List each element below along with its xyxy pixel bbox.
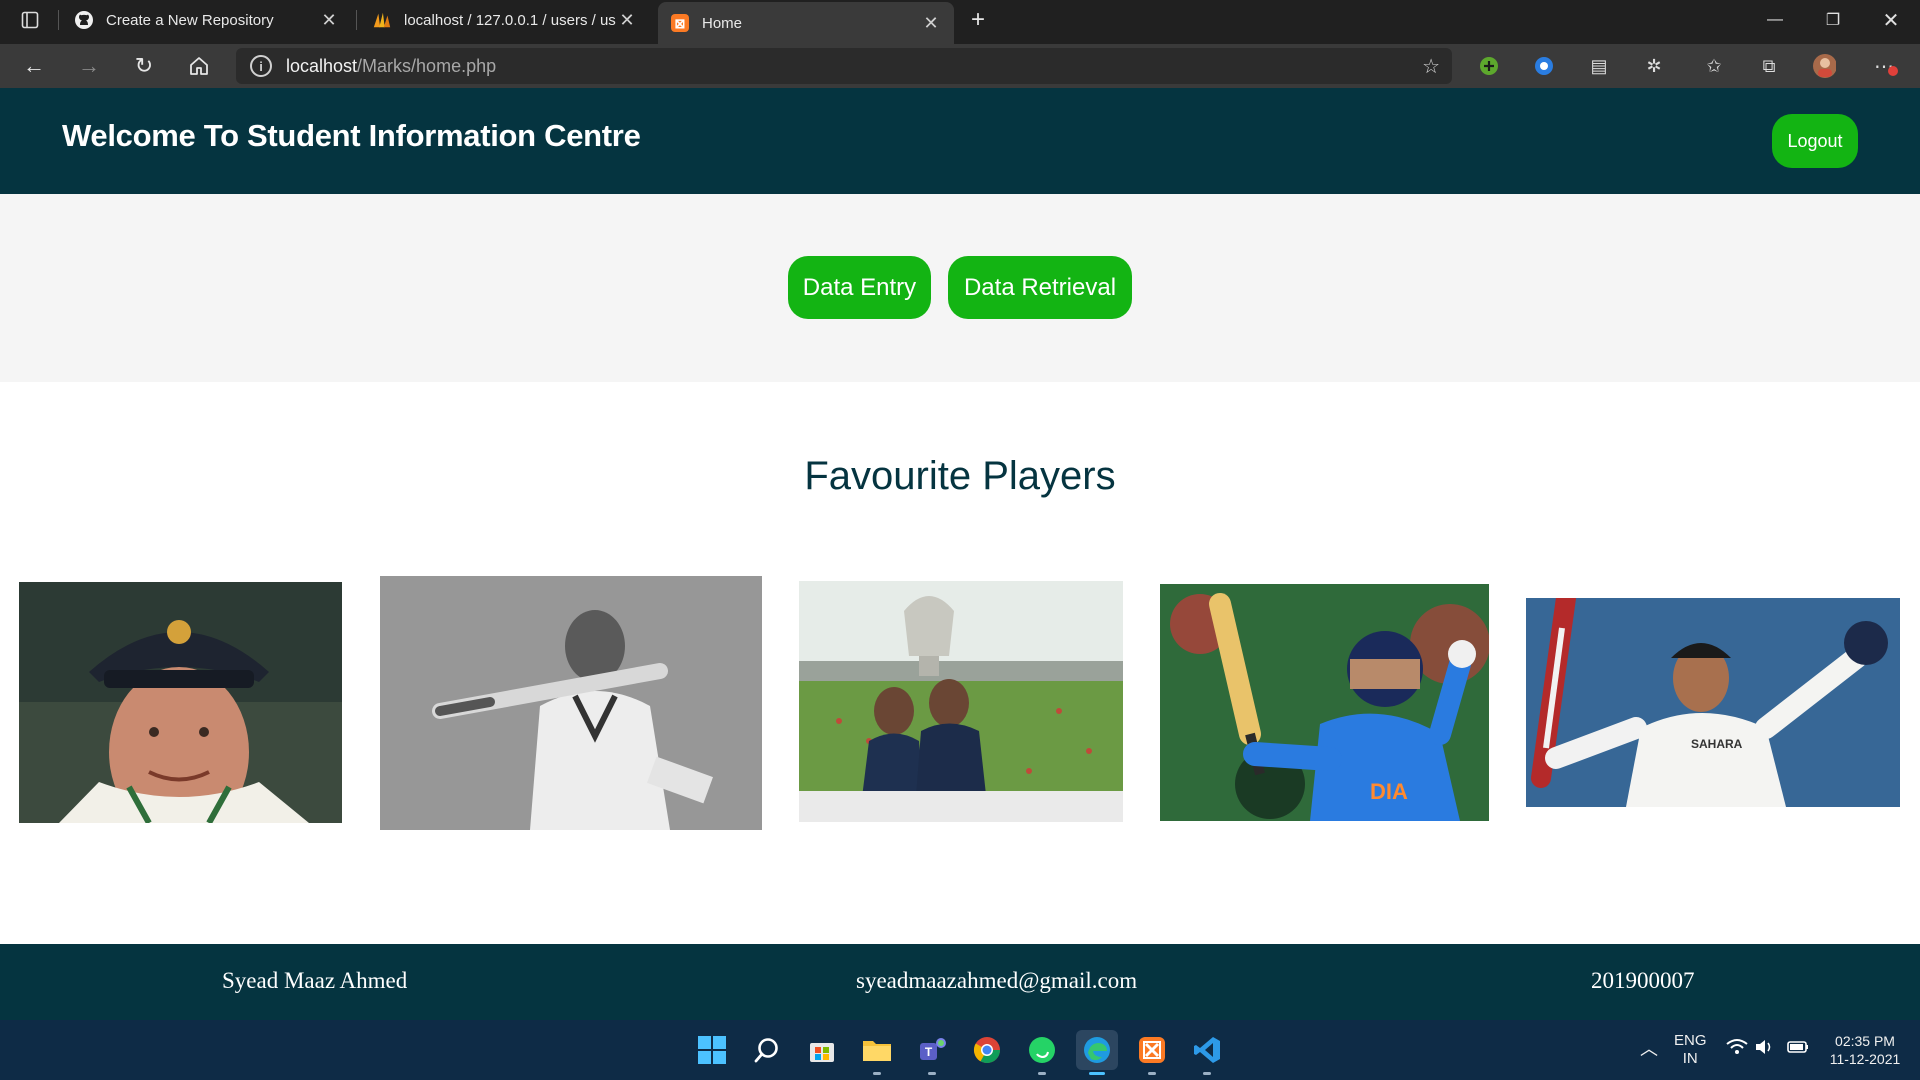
extensions-icon[interactable]: ✲ bbox=[1642, 54, 1666, 78]
running-indicator bbox=[1203, 1072, 1211, 1075]
running-indicator bbox=[928, 1072, 936, 1075]
close-icon[interactable]: ✕ bbox=[616, 10, 638, 31]
section-heading: Favourite Players bbox=[804, 454, 1116, 498]
file-explorer-icon[interactable] bbox=[860, 1033, 894, 1067]
phpmyadmin-icon bbox=[372, 10, 392, 30]
minimize-button[interactable]: — bbox=[1746, 0, 1804, 40]
player-photo: SAHARA bbox=[1526, 598, 1900, 807]
active-indicator bbox=[1089, 1072, 1105, 1075]
tab-actions-icon bbox=[21, 11, 39, 29]
svg-text:T: T bbox=[925, 1045, 933, 1059]
data-retrieval-button[interactable]: Data Retrieval bbox=[948, 256, 1132, 319]
chevron-up-icon[interactable]: ︿ bbox=[1640, 1040, 1658, 1058]
taskbar: T ︿ ENG IN 02:35 PM 11-12-2021 bbox=[0, 1020, 1920, 1080]
browser-toolbar: ← → ↻ i localhost/Marks/home.php ☆ ▤ ✲ ✩… bbox=[0, 44, 1920, 88]
running-indicator bbox=[1038, 1072, 1046, 1075]
home-button[interactable] bbox=[177, 44, 221, 88]
url-text: localhost/Marks/home.php bbox=[286, 55, 497, 76]
svg-text:⊠: ⊠ bbox=[675, 16, 686, 31]
running-indicator bbox=[1148, 1072, 1156, 1075]
tab-title: Create a New Repository bbox=[106, 11, 274, 29]
plus-icon: + bbox=[970, 6, 985, 33]
close-icon[interactable]: ✕ bbox=[318, 10, 340, 31]
clock[interactable]: 02:35 PM 11-12-2021 bbox=[1826, 1032, 1904, 1068]
github-icon bbox=[74, 10, 94, 30]
extension-blue-icon[interactable] bbox=[1532, 54, 1556, 78]
add-favorite-icon[interactable]: ☆ bbox=[1422, 54, 1440, 79]
vscode-icon[interactable] bbox=[1190, 1033, 1224, 1067]
player-photo: DIA bbox=[1160, 584, 1489, 821]
action-band: Data Entry Data Retrieval bbox=[0, 194, 1920, 382]
wifi-icon[interactable] bbox=[1726, 1038, 1748, 1061]
more-options-icon[interactable]: ⋯ bbox=[1872, 54, 1898, 78]
chrome-icon[interactable] bbox=[970, 1033, 1004, 1067]
site-footer: Syead Maaz Ahmed syeadmaazahmed@gmail.co… bbox=[0, 944, 1920, 1020]
refresh-button[interactable]: ↻ bbox=[122, 44, 166, 88]
language-indicator[interactable]: ENG IN bbox=[1674, 1032, 1707, 1068]
running-indicator bbox=[873, 1072, 881, 1075]
svg-text:SAHARA: SAHARA bbox=[1691, 737, 1743, 751]
home-icon bbox=[190, 57, 208, 75]
edge-icon[interactable] bbox=[1076, 1030, 1118, 1070]
battery-icon[interactable] bbox=[1786, 1038, 1810, 1061]
address-bar[interactable]: i localhost/Marks/home.php ☆ bbox=[236, 48, 1452, 84]
footer-id: 201900007 bbox=[1591, 968, 1695, 993]
collections-icon[interactable]: ⧉ bbox=[1757, 54, 1781, 78]
start-icon[interactable] bbox=[695, 1033, 729, 1067]
page-content: Welcome To Student Information Centre Lo… bbox=[0, 88, 1920, 1020]
restore-button[interactable]: ❐ bbox=[1804, 0, 1862, 40]
tab-home[interactable]: ⊠ Home ✕ bbox=[658, 2, 954, 44]
browser-tab-strip: Create a New Repository ✕ localhost / 12… bbox=[0, 0, 1920, 44]
whatsapp-icon[interactable] bbox=[1025, 1033, 1059, 1067]
favorites-icon[interactable]: ✩ bbox=[1702, 54, 1726, 78]
tab-title: localhost / 127.0.0.1 / users / use bbox=[404, 11, 616, 29]
player-photo bbox=[380, 576, 762, 830]
tab-separator bbox=[356, 10, 357, 30]
new-tab-button[interactable]: + bbox=[956, 0, 1000, 40]
close-window-button[interactable]: ✕ bbox=[1862, 0, 1920, 40]
player-photo bbox=[19, 582, 342, 823]
tab-github[interactable]: Create a New Repository ✕ bbox=[62, 0, 352, 40]
xampp-icon: ⊠ bbox=[670, 13, 690, 33]
tab-phpmyadmin[interactable]: localhost / 127.0.0.1 / users / use ✕ bbox=[360, 0, 650, 40]
xampp-icon[interactable] bbox=[1135, 1033, 1169, 1067]
info-icon[interactable]: i bbox=[250, 55, 272, 77]
footer-email: syeadmaazahmed@gmail.com bbox=[856, 968, 1138, 993]
refresh-icon: ↻ bbox=[134, 53, 154, 78]
svg-text:DIA: DIA bbox=[1370, 779, 1408, 804]
player-photo bbox=[799, 581, 1123, 822]
logout-button[interactable]: Logout bbox=[1772, 114, 1858, 168]
search-icon[interactable] bbox=[750, 1033, 784, 1067]
profile-avatar[interactable] bbox=[1812, 54, 1836, 78]
back-button[interactable]: ← bbox=[12, 44, 56, 88]
volume-icon[interactable] bbox=[1754, 1038, 1774, 1061]
extension-green-icon[interactable] bbox=[1477, 54, 1501, 78]
site-header: Welcome To Student Information Centre Lo… bbox=[0, 88, 1920, 194]
tab-actions-button[interactable] bbox=[8, 0, 52, 40]
tab-separator bbox=[58, 10, 59, 30]
back-arrow-icon: ← bbox=[23, 53, 45, 78]
data-entry-button[interactable]: Data Entry bbox=[788, 256, 931, 319]
forward-arrow-icon: → bbox=[78, 53, 100, 78]
footer-name: Syead Maaz Ahmed bbox=[222, 968, 408, 993]
tab-title: Home bbox=[702, 14, 743, 32]
forward-button[interactable]: → bbox=[67, 44, 111, 88]
close-icon[interactable]: ✕ bbox=[920, 13, 942, 34]
store-icon[interactable] bbox=[805, 1033, 839, 1067]
teams-icon[interactable]: T bbox=[915, 1033, 949, 1067]
page-title: Welcome To Student Information Centre bbox=[62, 118, 641, 153]
extension-page-icon[interactable]: ▤ bbox=[1587, 54, 1611, 78]
